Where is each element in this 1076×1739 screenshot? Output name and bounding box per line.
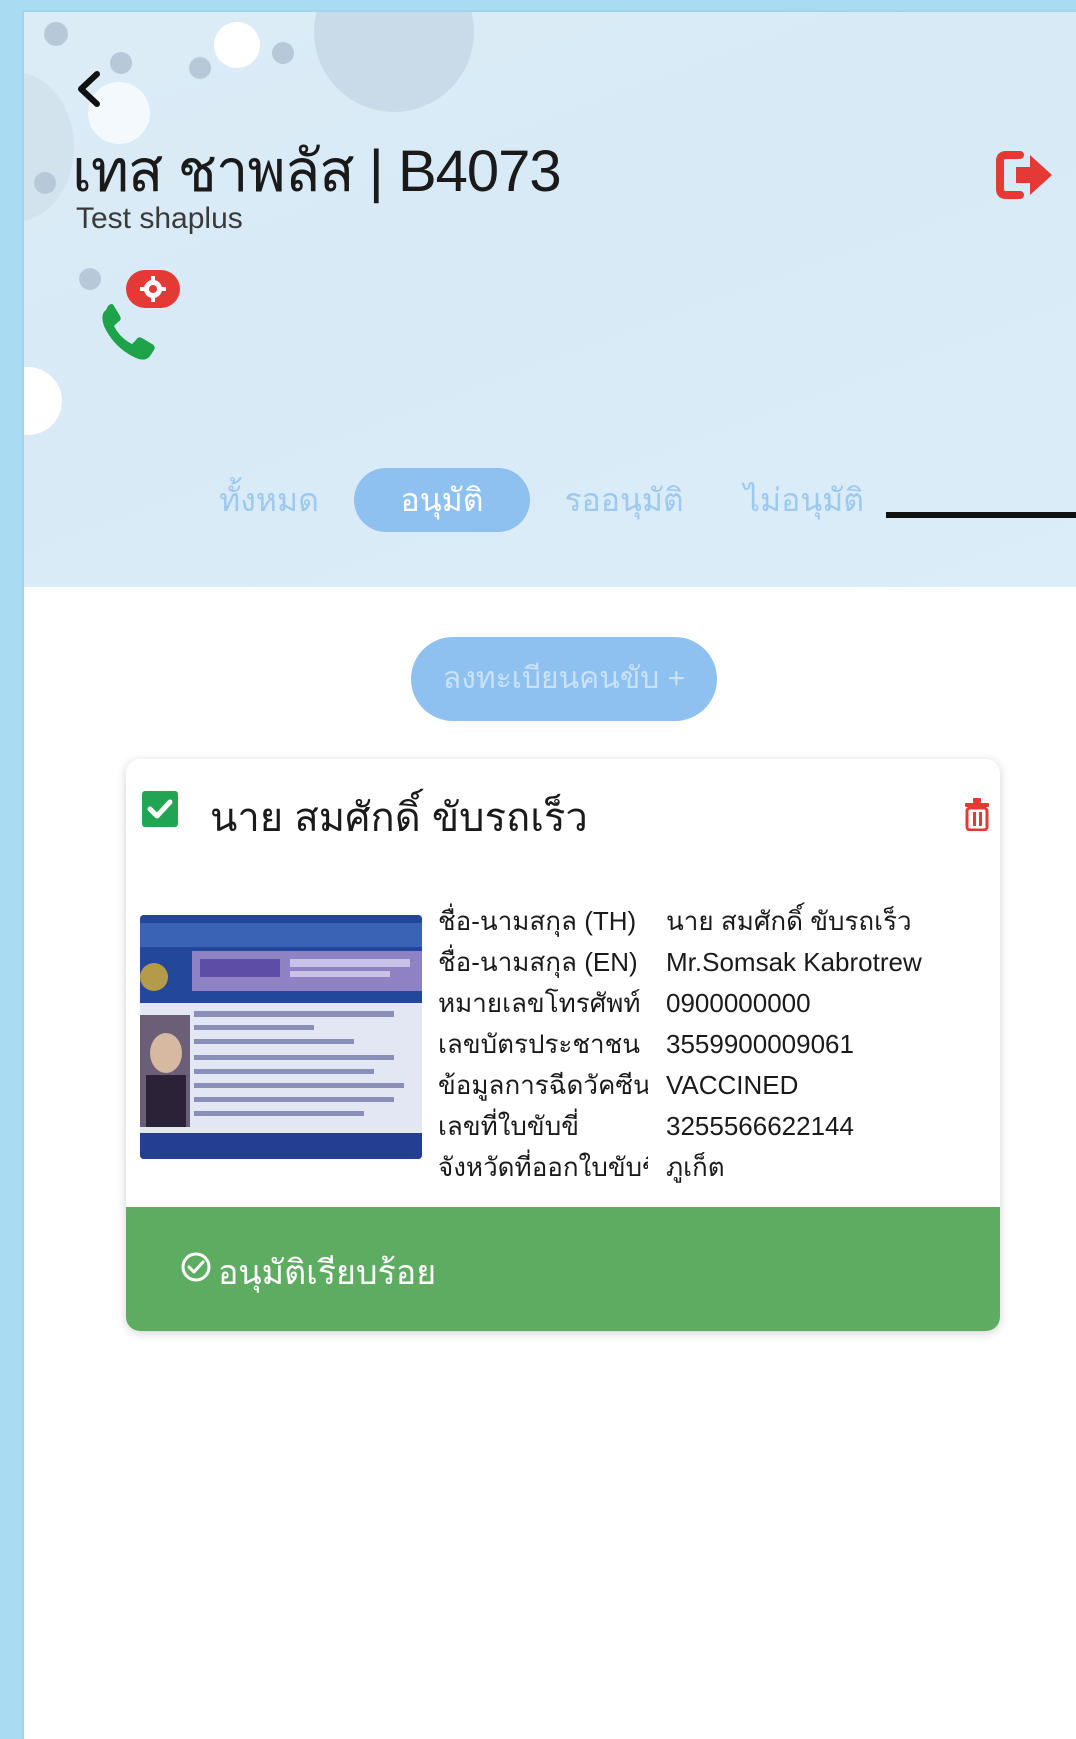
field-value-id-card: 3559900009061 [666, 1029, 854, 1059]
decor-bubble [314, 12, 474, 112]
field-value-name-en: Mr.Somsak Kabrotrew [666, 947, 922, 977]
header: เทส ชาพลัส | B4073 Test shaplus ทั้งหมด … [24, 12, 1076, 587]
field-label: เลขที่ใบขับขี่ [438, 1111, 579, 1141]
app-screen: เทส ชาพลัส | B4073 Test shaplus ทั้งหมด … [24, 12, 1076, 1739]
checkbox[interactable] [142, 791, 178, 827]
tab-rejected[interactable]: ไม่อนุมัติ [724, 468, 884, 532]
trash-icon [965, 798, 989, 832]
status-bar: อนุมัติเรียบร้อย [126, 1207, 1000, 1331]
field-label: จังหวัดที่ออกใบขับขี่ [438, 1152, 648, 1182]
back-button[interactable] [69, 64, 109, 114]
field-label: ข้อมูลการฉีดวัคซีน [438, 1070, 648, 1100]
tab-approved[interactable]: อนุมัติ [354, 468, 530, 532]
field-value-vaccine: VACCINED [666, 1070, 799, 1100]
tab-all[interactable]: ทั้งหมด [204, 468, 334, 532]
gear-icon [126, 270, 180, 308]
logout-icon [996, 151, 1052, 199]
tab-pending[interactable]: รออนุมัติ [544, 468, 704, 532]
decor-bubble [24, 72, 74, 222]
field-values: นาย สมศักดิ์ ขับรถเร็ว Mr.Somsak Kabrotr… [666, 901, 986, 1188]
checkbox-checked-icon [147, 799, 173, 819]
decor-bubble [214, 22, 260, 68]
field-value-license-no: 3255566622144 [666, 1111, 854, 1141]
register-driver-button[interactable]: ลงทะเบียนคนขับ + [411, 637, 717, 721]
field-value-name-th: นาย สมศักดิ์ ขับรถเร็ว [666, 906, 912, 936]
field-value-license-province: ภูเก็ต [666, 1152, 725, 1182]
decor-bubble [189, 57, 211, 79]
logout-button[interactable] [994, 147, 1056, 203]
driver-license-image[interactable] [140, 915, 422, 1159]
status-tabs: ทั้งหมด อนุมัติ รออนุมัติ ไม่อนุมัติ [204, 468, 924, 534]
decor-bubble [110, 52, 132, 74]
check-circle-icon [181, 1252, 211, 1282]
chevron-left-icon [78, 71, 100, 107]
decor-bubble [272, 42, 294, 64]
field-label: หมายเลขโทรศัพท์ [438, 988, 641, 1018]
decor-bubble [34, 172, 56, 194]
decor-bubble [24, 367, 62, 435]
field-label: เลขบัตรประชาชน [438, 1029, 641, 1059]
page-subtitle: Test shaplus [76, 202, 243, 235]
field-label: ชื่อ-นามสกุล (EN) [438, 947, 638, 977]
driver-card: นาย สมศักดิ์ ขับรถเร็ว ชื่อ-นามสกุล (TH)… [126, 759, 1000, 1331]
delete-button[interactable] [962, 797, 992, 832]
field-label: ชื่อ-นามสกุล (TH) [438, 906, 637, 936]
field-value-phone: 0900000000 [666, 988, 811, 1018]
status-label: อนุมัติเรียบร้อย [218, 1254, 437, 1292]
tab-underline [886, 512, 1076, 518]
driver-name: นาย สมศักดิ์ ขับรถเร็ว [210, 796, 588, 840]
license-card-graphic [140, 915, 422, 1159]
call-button[interactable] [84, 270, 194, 370]
field-labels: ชื่อ-นามสกุล (TH) ชื่อ-นามสกุล (EN) หมาย… [438, 901, 648, 1188]
decor-bubble [44, 22, 68, 46]
